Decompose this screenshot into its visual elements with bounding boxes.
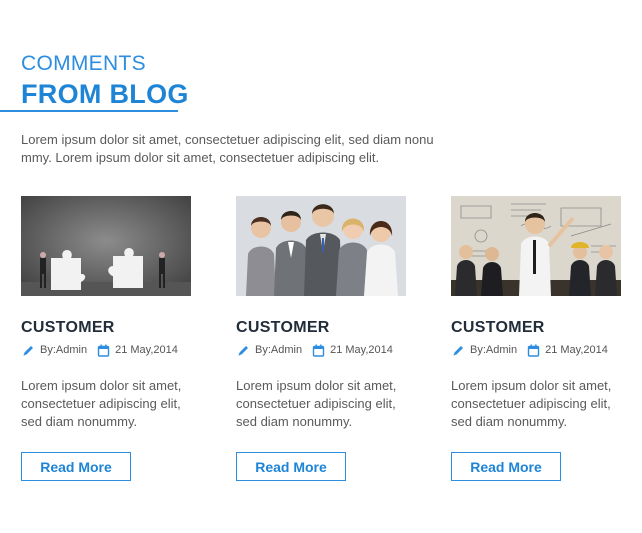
blog-card-excerpt: Lorem ipsum dolor sit amet, consectetuer…	[451, 378, 612, 429]
blog-card-meta: By:Admin 21 May,2014	[451, 342, 608, 358]
pencil-icon	[451, 343, 465, 357]
blog-card-image[interactable]	[451, 196, 621, 296]
blog-card-date: 21 May,2014	[330, 344, 393, 356]
blog-card-image[interactable]	[21, 196, 191, 296]
blog-card-title[interactable]: CUSTOMER	[21, 319, 115, 337]
business-team-photo	[236, 196, 406, 296]
blog-card-excerpt: Lorem ipsum dolor sit amet, consectetuer…	[236, 378, 397, 429]
blog-card: CUSTOMER By:Admin 21 May,2014 Lorem ipsu…	[236, 196, 408, 481]
blog-card-author: By:Admin	[40, 344, 88, 356]
pencil-icon	[236, 343, 250, 357]
calendar-icon	[96, 343, 110, 357]
read-more-button[interactable]: Read More	[236, 452, 346, 481]
blog-card-title[interactable]: CUSTOMER	[236, 319, 330, 337]
blog-card-meta: By:Admin 21 May,2014	[236, 342, 393, 358]
calendar-icon	[526, 343, 540, 357]
section-subheading: COMMENTS	[21, 52, 146, 75]
blog-comments-section: COMMENTS FROM BLOG Lorem ipsum dolor sit…	[0, 0, 642, 533]
puzzle-pieces-photo	[21, 196, 191, 296]
blog-card: CUSTOMER By:Admin 21 May,2014 Lorem ipsu…	[21, 196, 193, 481]
read-more-button[interactable]: Read More	[21, 452, 131, 481]
blog-card-date: 21 May,2014	[545, 344, 608, 356]
blog-card-author: By:Admin	[470, 344, 518, 356]
calendar-icon	[311, 343, 325, 357]
blog-card-title[interactable]: CUSTOMER	[451, 319, 545, 337]
read-more-button[interactable]: Read More	[451, 452, 561, 481]
blog-card-author: By:Admin	[255, 344, 303, 356]
section-heading: FROM BLOG	[21, 79, 189, 109]
pencil-icon	[21, 343, 35, 357]
blog-card-meta: By:Admin 21 May,2014	[21, 342, 178, 358]
heading-underline	[0, 110, 178, 112]
blog-card-excerpt: Lorem ipsum dolor sit amet, consectetuer…	[21, 378, 182, 429]
section-intro: Lorem ipsum dolor sit amet, consectetuer…	[21, 132, 434, 165]
business-meeting-photo	[451, 196, 621, 296]
blog-card: CUSTOMER By:Admin 21 May,2014 Lorem ipsu…	[451, 196, 623, 481]
blog-card-date: 21 May,2014	[115, 344, 178, 356]
blog-card-image[interactable]	[236, 196, 406, 296]
